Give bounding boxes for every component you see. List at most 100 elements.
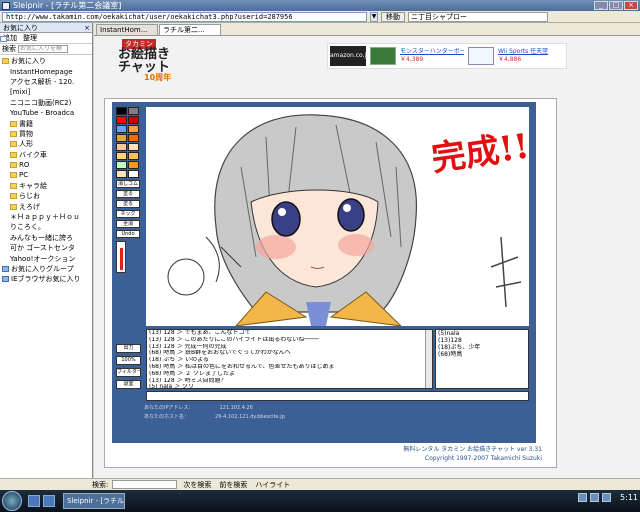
favorite-item[interactable]: 人形 bbox=[0, 139, 92, 149]
favorite-item[interactable]: アクセス解析 - 120. bbox=[0, 36, 92, 87]
pen-size-slider[interactable] bbox=[116, 241, 126, 273]
color-swatch[interactable] bbox=[116, 134, 127, 142]
zoom-button[interactable]: 100% bbox=[116, 356, 141, 365]
color-swatch[interactable] bbox=[116, 161, 127, 169]
favorite-item[interactable]: お気に入りグループ bbox=[0, 264, 92, 274]
color-swatch[interactable] bbox=[128, 152, 139, 160]
tab-instanthomepage[interactable]: InstantHom... bbox=[96, 24, 158, 35]
favorite-item[interactable]: [mixi] bbox=[0, 36, 92, 97]
favorite-item[interactable]: ＊Ｈａｐｐｙ＋Ｈｏｕ bbox=[0, 36, 92, 222]
connection-info: あなたのIPアドレス： 121.102.4.26 あなたのホスト名： 26-4.10… bbox=[144, 404, 285, 422]
user-entry[interactable]: (18)ぷち、少年 bbox=[436, 344, 528, 351]
logo-anniversary: 10周年 bbox=[144, 73, 172, 82]
switch-windows-icon[interactable] bbox=[43, 495, 55, 507]
favorite-item[interactable]: バイク車 bbox=[0, 150, 92, 160]
chat-scrollbar[interactable] bbox=[425, 330, 432, 388]
color-swatch[interactable] bbox=[116, 170, 127, 178]
sidebar-search-input[interactable]: お気に入りを検 bbox=[18, 45, 68, 53]
start-button[interactable] bbox=[2, 491, 22, 511]
color-swatch[interactable] bbox=[128, 170, 139, 178]
site-logo[interactable]: タカミン お絵描き チャット 10周年 bbox=[118, 39, 188, 83]
favorite-label: アクセス解析 - 120. bbox=[10, 77, 75, 86]
favorite-item[interactable]: PC bbox=[0, 170, 92, 180]
url-input[interactable]: http://www.takamin.com/oekakichat/user/o… bbox=[2, 11, 367, 22]
color-swatch[interactable] bbox=[116, 152, 127, 160]
favorite-label: えろげ bbox=[19, 202, 40, 211]
favorite-item[interactable]: みんなも一緒に誇ろ bbox=[0, 36, 92, 243]
ime-icon[interactable] bbox=[602, 493, 612, 502]
chat-message: (13) 128 ＞ でもまあ、こんなトコで bbox=[149, 330, 251, 336]
color-swatch[interactable] bbox=[128, 116, 139, 124]
favorite-label: バイク車 bbox=[19, 150, 47, 159]
group-icon bbox=[2, 276, 9, 283]
ad-link[interactable]: Wii Sports 任天堂 bbox=[498, 48, 562, 56]
minimize-button[interactable]: _ bbox=[594, 1, 608, 10]
favorite-item[interactable]: RO bbox=[0, 160, 92, 170]
drawing-canvas[interactable]: 完成!! bbox=[146, 107, 529, 326]
folder-icon bbox=[2, 58, 9, 65]
color-swatch[interactable] bbox=[128, 134, 139, 142]
color-swatch[interactable] bbox=[128, 161, 139, 169]
favorite-item[interactable]: IEブラウザお気に入り bbox=[0, 274, 92, 284]
favorite-item[interactable]: らじお bbox=[0, 191, 92, 201]
color-swatch[interactable] bbox=[128, 143, 139, 151]
fill-tool[interactable]: 塗る bbox=[116, 190, 140, 198]
user-entry[interactable]: (13)128 bbox=[436, 337, 528, 344]
leave-room-button[interactable]: 退室 bbox=[116, 380, 141, 389]
favorite-label: ＊Ｈａｐｐｙ＋Ｈｏｕ bbox=[10, 213, 80, 222]
undo-button[interactable]: Undo bbox=[116, 230, 140, 238]
color-swatch[interactable] bbox=[116, 116, 127, 124]
maximize-button[interactable]: □ bbox=[609, 1, 623, 10]
user-entry[interactable]: (5)nala bbox=[436, 330, 528, 337]
neck-tool[interactable]: ネック bbox=[116, 210, 140, 218]
find-next-button[interactable]: 次を検索 bbox=[181, 480, 213, 490]
url-dropdown-icon[interactable]: ▼ bbox=[370, 11, 378, 22]
favorite-item[interactable]: YouTube - Broadca bbox=[0, 36, 92, 118]
ad-product-image[interactable] bbox=[468, 47, 494, 65]
favorite-item[interactable]: ニコニコ動画(RC2) bbox=[0, 36, 92, 108]
app-icon bbox=[2, 1, 10, 10]
close-button[interactable]: × bbox=[624, 1, 638, 10]
ad-link[interactable]: モンスターハンターポータブル 2nd G bbox=[400, 48, 464, 56]
credit-line-1[interactable]: 無料レンタル タカミン お絵描きチャット ver 3.31 bbox=[403, 445, 542, 454]
show-desktop-icon[interactable] bbox=[28, 495, 40, 507]
find-input[interactable] bbox=[112, 480, 178, 489]
favorite-item[interactable]: お気に入り bbox=[0, 56, 92, 66]
address-bar: http://www.takamin.com/oekakichat/user/o… bbox=[0, 11, 640, 23]
tab-oekaki-chat[interactable]: ラチル第二... bbox=[159, 24, 221, 35]
find-prev-button[interactable]: 前を検索 bbox=[217, 480, 249, 490]
network-icon[interactable] bbox=[578, 493, 588, 502]
favorite-item[interactable]: InstantHomepage bbox=[0, 36, 92, 76]
favorite-item[interactable]: 書籍 bbox=[0, 118, 92, 128]
favorite-item[interactable]: りころく。 bbox=[0, 36, 92, 232]
folder-icon bbox=[10, 141, 17, 148]
favorite-item[interactable]: 買物 bbox=[0, 129, 92, 139]
color-swatch[interactable] bbox=[116, 125, 127, 133]
fill-tool-2[interactable]: 塗る bbox=[116, 200, 140, 208]
chat-message-input[interactable] bbox=[146, 391, 529, 401]
color-swatch[interactable] bbox=[116, 143, 127, 151]
favorite-item[interactable]: Yahoo!オークション bbox=[0, 36, 92, 263]
close-sidebar-icon[interactable]: × bbox=[84, 23, 90, 33]
links-field[interactable]: ニ丁目シャプロー bbox=[408, 11, 548, 22]
go-button[interactable]: 移動 bbox=[381, 11, 405, 22]
quick-launch bbox=[28, 495, 55, 507]
favorite-item[interactable]: 可か ゴーストセンタ bbox=[0, 36, 92, 253]
taskbar-item-sleipnir[interactable]: Sleipnir - [ラチル... bbox=[63, 493, 125, 509]
highlight-button[interactable]: ハイライト bbox=[253, 480, 292, 490]
organize-favorites-button[interactable]: 整理 bbox=[23, 33, 37, 43]
eraser-tool[interactable]: 消しゴム bbox=[116, 180, 140, 188]
ad-product-image[interactable] bbox=[370, 47, 396, 65]
favorite-item[interactable]: キャラ絵 bbox=[0, 181, 92, 191]
output-button[interactable]: 出力 bbox=[116, 344, 141, 353]
user-entry[interactable]: (68)時鳥 bbox=[436, 351, 528, 358]
color-swatch[interactable] bbox=[128, 125, 139, 133]
group-icon bbox=[2, 266, 9, 272]
amazon-logo[interactable]: amazon.co.jp bbox=[330, 46, 370, 66]
color-swatch[interactable] bbox=[116, 107, 127, 115]
volume-icon[interactable] bbox=[590, 493, 600, 502]
filter-button[interactable]: フィルター bbox=[116, 368, 141, 377]
clear-all-button[interactable]: 全消 bbox=[116, 220, 140, 228]
favorite-item[interactable]: えろげ bbox=[0, 201, 92, 211]
color-swatch[interactable] bbox=[128, 107, 139, 115]
